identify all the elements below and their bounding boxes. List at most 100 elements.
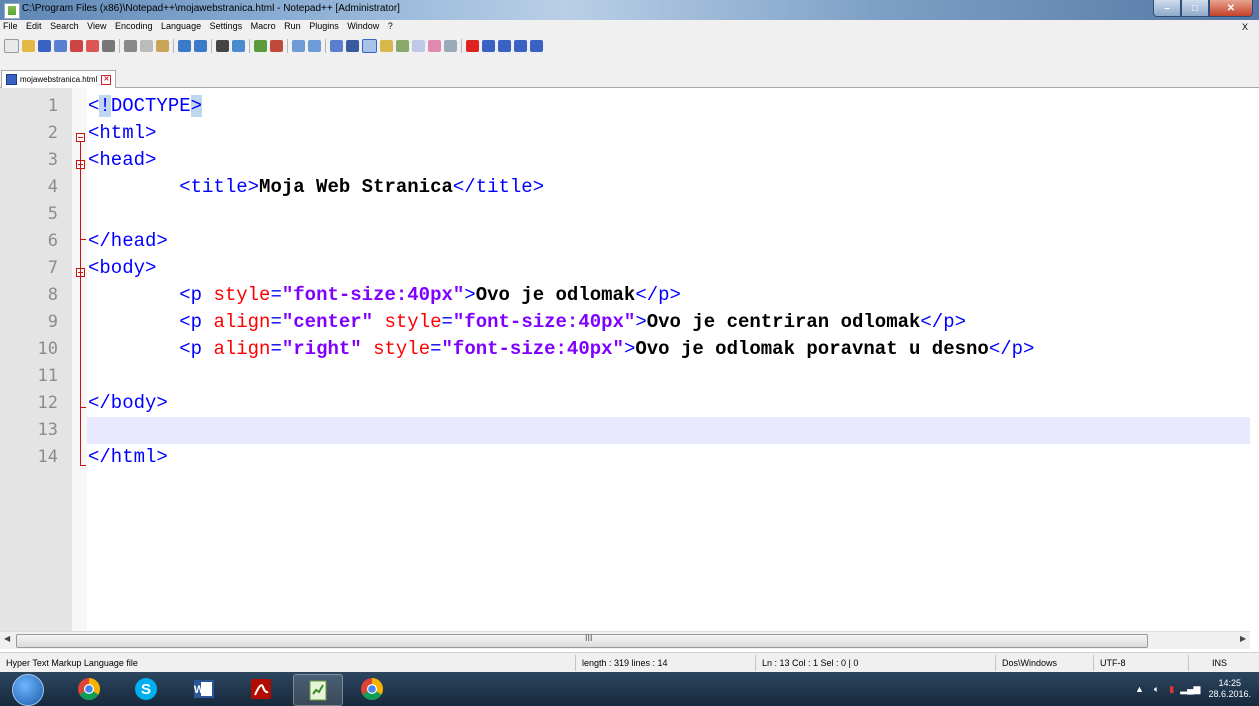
scroll-left-icon[interactable]: ◀ xyxy=(4,634,10,643)
menu-search[interactable]: Search xyxy=(47,20,82,31)
code-line[interactable]: 7 <body> xyxy=(0,255,1250,282)
zoom-in-icon[interactable] xyxy=(254,40,267,52)
menu-language[interactable]: Language xyxy=(158,20,204,31)
save-macro-icon[interactable] xyxy=(530,40,543,52)
code-line[interactable]: 1 <!DOCTYPE> xyxy=(0,93,1250,120)
play-macro-icon[interactable] xyxy=(498,40,511,52)
code-line[interactable]: 4 <title>Moja Web Stranica</title> xyxy=(0,174,1250,201)
code-line[interactable]: 14 </html> xyxy=(0,444,1250,471)
code-line[interactable]: 3 <head> xyxy=(0,147,1250,174)
run-macro-multiple-icon[interactable] xyxy=(514,40,527,52)
tag-token: DOCTYPE xyxy=(110,95,191,117)
code-text: </body> xyxy=(88,392,168,414)
find-icon[interactable] xyxy=(216,40,229,52)
undo-icon[interactable] xyxy=(178,40,191,52)
doc-map-icon[interactable] xyxy=(396,40,409,52)
menu-edit[interactable]: Edit xyxy=(23,20,45,31)
maximize-button[interactable]: □ xyxy=(1181,0,1209,17)
status-divider xyxy=(1093,655,1094,671)
fold-end-head xyxy=(80,239,86,240)
menu-encoding[interactable]: Encoding xyxy=(112,20,156,31)
menu-macro[interactable]: Macro xyxy=(248,20,279,31)
print-icon[interactable] xyxy=(102,40,115,52)
signal-icon[interactable]: ▂▄▆ xyxy=(1180,684,1200,695)
tray-expand-icon[interactable]: ▲ xyxy=(1135,684,1144,694)
menu-view[interactable]: View xyxy=(84,20,109,31)
taskbar-word-button[interactable]: W xyxy=(180,674,228,704)
code-line[interactable]: 6 </head> xyxy=(0,228,1250,255)
stop-macro-icon[interactable] xyxy=(482,40,495,52)
scrollbar-thumb[interactable] xyxy=(16,634,1148,648)
tab-mojawebstranica[interactable]: mojawebstranica.html ✕ xyxy=(1,70,117,88)
fold-end-html xyxy=(80,465,86,466)
code-line[interactable]: 11 xyxy=(0,363,1250,390)
fold-html-icon[interactable] xyxy=(76,133,85,142)
function-list-icon[interactable] xyxy=(412,40,425,52)
code-line[interactable]: 2 <html> xyxy=(0,120,1250,147)
network-icon[interactable]: ▮ xyxy=(1169,684,1174,695)
menu-plugins[interactable]: Plugins xyxy=(306,20,342,31)
menu-help[interactable]: ? xyxy=(385,20,396,31)
sync-vertical-icon[interactable] xyxy=(292,40,305,52)
menu-window[interactable]: Window xyxy=(344,20,382,31)
close-tab-icon[interactable]: ✕ xyxy=(101,74,112,85)
sync-horizontal-icon[interactable] xyxy=(308,40,321,52)
text-token: Ovo je odlomak xyxy=(475,284,636,306)
indent-guide-icon[interactable] xyxy=(362,39,377,53)
taskbar-acrobat-button[interactable] xyxy=(237,674,285,704)
replace-icon[interactable] xyxy=(232,40,245,52)
taskbar-notepadpp-button[interactable] xyxy=(293,674,343,706)
cut-icon[interactable] xyxy=(124,40,137,52)
code-line[interactable]: 10 <p align="right" style="font-size:40p… xyxy=(0,336,1250,363)
close-document-button[interactable]: X xyxy=(1239,21,1251,32)
menu-file[interactable]: File xyxy=(0,20,21,31)
show-all-chars-icon[interactable] xyxy=(346,40,359,52)
open-file-icon[interactable] xyxy=(22,40,35,52)
start-button[interactable] xyxy=(12,674,44,706)
code-line[interactable]: 8 <p style="font-size:40px">Ovo je odlom… xyxy=(0,282,1250,309)
status-length: length : 319 lines : 14 xyxy=(582,658,668,668)
monitor-icon[interactable] xyxy=(444,40,457,52)
redo-icon[interactable] xyxy=(194,40,207,52)
user-language-icon[interactable] xyxy=(380,40,393,52)
close-all-icon[interactable] xyxy=(86,40,99,52)
code-line[interactable]: 13 xyxy=(0,417,1250,444)
save-all-icon[interactable] xyxy=(54,40,67,52)
taskbar-chrome2-button[interactable] xyxy=(348,674,396,704)
line-number: 13 xyxy=(37,420,58,440)
tag-token: <body> xyxy=(88,257,157,279)
new-file-icon[interactable] xyxy=(4,39,19,53)
tag-token: = xyxy=(270,284,282,306)
code-text: <title>Moja Web Stranica</title> xyxy=(88,176,544,198)
code-line[interactable]: 9 <p align="center" style="font-size:40p… xyxy=(0,309,1250,336)
paste-icon[interactable] xyxy=(156,40,169,52)
code-line[interactable]: 12 </body> xyxy=(0,390,1250,417)
close-button[interactable]: ✕ xyxy=(1209,0,1253,17)
menu-bar: File Edit Search View Encoding Language … xyxy=(0,20,1259,34)
record-macro-icon[interactable] xyxy=(466,40,479,52)
attribute-token: style xyxy=(213,284,271,306)
taskbar-skype-button[interactable]: S xyxy=(122,674,170,704)
toolbar-separator xyxy=(249,39,250,53)
save-icon[interactable] xyxy=(38,40,51,52)
minimize-button[interactable]: – xyxy=(1153,0,1181,17)
close-file-icon[interactable] xyxy=(70,40,83,52)
clock-date: 28.6.2016. xyxy=(1208,689,1251,699)
menu-settings[interactable]: Settings xyxy=(207,20,246,31)
zoom-out-icon[interactable] xyxy=(270,40,283,52)
copy-icon[interactable] xyxy=(140,40,153,52)
folder-workspace-icon[interactable] xyxy=(428,40,441,52)
volume-icon[interactable]: 🔈︎ xyxy=(1154,684,1159,695)
horizontal-scrollbar[interactable]: ◀ III ▶ xyxy=(0,631,1250,649)
scroll-right-icon[interactable]: ▶ xyxy=(1240,634,1246,643)
taskbar-chrome-button[interactable] xyxy=(65,674,113,704)
status-divider xyxy=(1188,655,1189,671)
notepadpp-app-icon[interactable] xyxy=(4,3,20,19)
line-number: 4 xyxy=(47,177,58,197)
word-wrap-icon[interactable] xyxy=(330,40,343,52)
code-editor[interactable]: 1 <!DOCTYPE> 2 <html> 3 <head> 4 <title>Moja W… xyxy=(0,88,1259,631)
clock[interactable]: 14:25 28.6.2016. xyxy=(1208,678,1251,700)
code-line[interactable]: 5 xyxy=(0,201,1250,228)
menu-run[interactable]: Run xyxy=(281,20,304,31)
